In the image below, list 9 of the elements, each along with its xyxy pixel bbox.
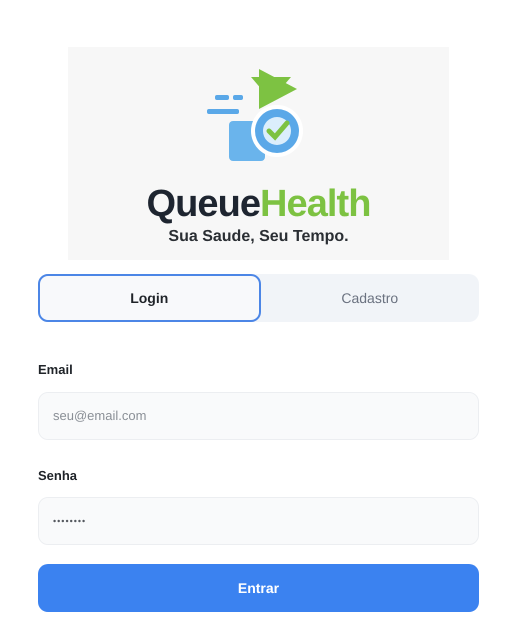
brand-name: QueueHealth [146, 185, 370, 223]
submit-button[interactable]: Entrar [38, 564, 479, 612]
field-label: Senha [38, 466, 78, 484]
password-field[interactable]: •••••••• [38, 497, 479, 545]
field-label: Email [38, 361, 74, 379]
tab[interactable]: Login [38, 274, 260, 322]
email-field[interactable]: seu@email.com [38, 392, 479, 440]
tab[interactable]: Cadastro [260, 274, 479, 322]
tagline: Sua Saude, Seu Tempo. [168, 227, 349, 247]
